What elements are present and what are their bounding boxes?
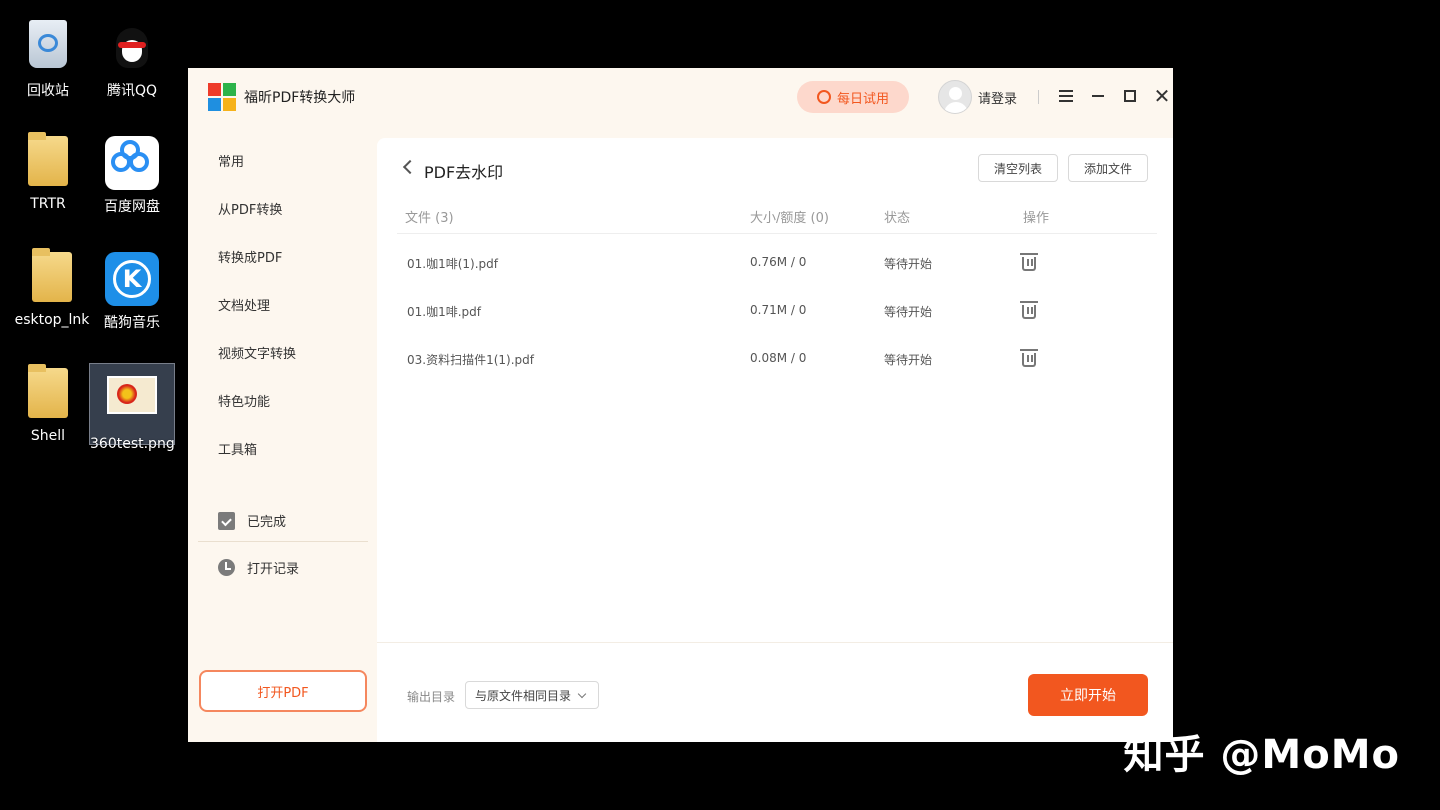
column-header-size: 大小/额度 (0) (750, 211, 829, 226)
file-size: 0.76M / 0 (750, 255, 807, 269)
back-icon[interactable] (402, 159, 418, 175)
image-file-icon (105, 376, 159, 430)
menu-icon[interactable] (1055, 85, 1077, 107)
sidebar-item-special-features[interactable]: 特色功能 (218, 391, 270, 410)
main-panel: PDF去水印 清空列表 添加文件 文件 (3) 大小/额度 (0) 状态 操作 … (377, 138, 1173, 742)
desktop-icon-label: Shell (30, 428, 66, 444)
close-icon[interactable]: ✕ (1151, 85, 1173, 107)
column-header-action: 操作 (1023, 211, 1050, 226)
app-logo-icon (208, 83, 236, 111)
file-name: 03.资料扫描件1(1).pdf (407, 353, 534, 367)
completed-label: 已完成 (247, 515, 287, 530)
file-name: 01.咖1啡.pdf (407, 305, 481, 319)
file-name: 01.咖1啡(1).pdf (407, 257, 498, 271)
clock-icon (218, 559, 235, 576)
desktop-icon-esktop-lnk[interactable]: esktop_lnk (10, 248, 94, 328)
page-title: PDF去水印 (424, 163, 504, 182)
desktop-icon-kugou-music[interactable]: K 酷狗音乐 (90, 252, 174, 332)
folder-icon (25, 248, 79, 306)
kugou-music-icon: K (105, 252, 159, 306)
qq-icon (105, 20, 159, 74)
app-window: 福昕PDF转换大师 每日试用 请登录 ✕ 常用 从PDF转换 转换成PDF 文档… (188, 68, 1173, 742)
sidebar: 常用 从PDF转换 转换成PDF 文档处理 视频文字转换 特色功能 工具箱 已完… (188, 126, 377, 742)
folder-icon (21, 364, 75, 422)
desktop-icon-label: 360test.png (90, 436, 174, 452)
desktop-icon-label: 回收站 (27, 83, 69, 99)
trash-icon[interactable] (1020, 301, 1038, 319)
sidebar-item-completed[interactable]: 已完成 (218, 511, 286, 530)
output-directory-label: 输出目录 (407, 690, 456, 704)
history-label: 打开记录 (247, 562, 300, 577)
file-status: 等待开始 (884, 257, 933, 271)
trash-icon[interactable] (1020, 349, 1038, 367)
desktop-icon-label: 百度网盘 (104, 199, 160, 215)
file-size: 0.08M / 0 (750, 351, 807, 365)
desktop-icon-label: 酷狗音乐 (104, 315, 160, 331)
desktop-icon-label: TRTR (30, 196, 66, 212)
sidebar-item-history[interactable]: 打开记录 (218, 558, 299, 577)
maximize-icon[interactable] (1119, 85, 1141, 107)
login-link[interactable]: 请登录 (978, 88, 1017, 107)
desktop-icon-trtr[interactable]: TRTR (6, 132, 90, 212)
sidebar-item-to-pdf[interactable]: 转换成PDF (218, 247, 282, 266)
minimize-icon[interactable] (1087, 85, 1109, 107)
avatar[interactable] (938, 80, 972, 114)
table-header-divider (397, 233, 1157, 234)
desktop-icon-qq[interactable]: 腾讯QQ (90, 20, 174, 100)
folder-icon (21, 132, 75, 190)
sidebar-item-video-text[interactable]: 视频文字转换 (218, 343, 296, 362)
divider (1038, 90, 1039, 104)
desktop-icon-label: esktop_lnk (14, 312, 90, 328)
clear-list-button[interactable]: 清空列表 (978, 154, 1058, 182)
sidebar-item-from-pdf[interactable]: 从PDF转换 (218, 199, 282, 218)
file-status: 等待开始 (884, 305, 933, 319)
file-status: 等待开始 (884, 353, 933, 367)
desktop-icon-shell[interactable]: Shell (6, 364, 90, 444)
title-bar: 福昕PDF转换大师 每日试用 请登录 ✕ (188, 68, 1173, 126)
file-size: 0.71M / 0 (750, 303, 807, 317)
baidu-netdisk-icon (105, 136, 159, 190)
daily-trial-button[interactable]: 每日试用 (797, 81, 909, 113)
desktop-icon-recycle-bin[interactable]: 回收站 (6, 20, 90, 100)
sidebar-divider (198, 541, 368, 542)
clipboard-check-icon (218, 511, 235, 530)
open-pdf-button[interactable]: 打开PDF (199, 670, 367, 712)
column-header-status: 状态 (884, 211, 911, 226)
chevron-down-icon (577, 689, 587, 698)
add-file-button[interactable]: 添加文件 (1068, 154, 1148, 182)
desktop-icon-360test-png[interactable]: 360test.png (89, 363, 175, 452)
trash-icon[interactable] (1020, 253, 1038, 271)
column-header-file: 文件 (3) (405, 211, 454, 226)
output-directory-value: 与原文件相同目录 (475, 688, 572, 703)
footer-divider (377, 642, 1173, 643)
sidebar-item-document-processing[interactable]: 文档处理 (218, 295, 270, 314)
output-directory-select[interactable]: 与原文件相同目录 (465, 681, 599, 709)
daily-trial-label: 每日试用 (836, 91, 889, 107)
start-now-button[interactable]: 立即开始 (1028, 674, 1148, 716)
recycle-bin-icon (21, 20, 75, 74)
desktop-icon-baidu-netdisk[interactable]: 百度网盘 (90, 136, 174, 216)
sidebar-item-toolbox[interactable]: 工具箱 (218, 439, 257, 458)
app-title: 福昕PDF转换大师 (244, 90, 356, 106)
desktop-icon-label: 腾讯QQ (106, 83, 158, 99)
sidebar-item-common[interactable]: 常用 (218, 151, 244, 170)
target-icon (816, 90, 831, 104)
